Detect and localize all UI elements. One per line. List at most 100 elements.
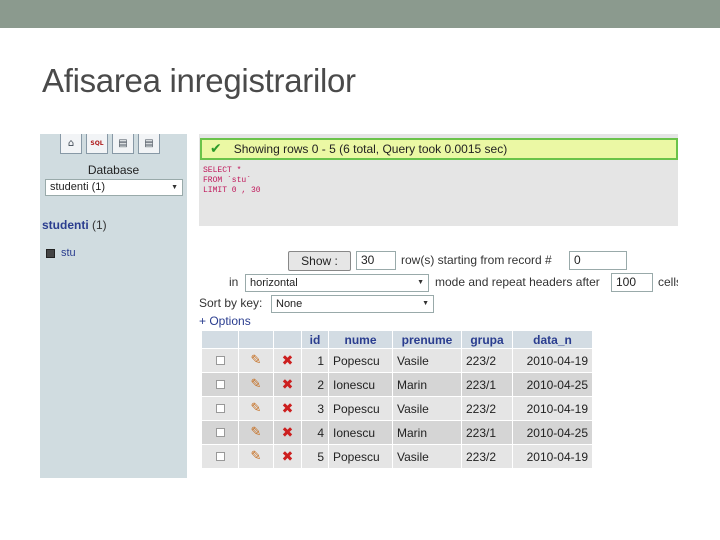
cell-nume: Ionescu <box>328 420 393 445</box>
cell-nume: Popescu <box>328 348 393 373</box>
start-record-input[interactable]: 0 <box>569 251 627 270</box>
edit-cell: ✎ <box>238 348 274 373</box>
table-row: ✎ ✖ 3 Popescu Vasile 223/2 2010-04-19 <box>201 396 593 421</box>
row-checkbox[interactable] <box>215 427 225 437</box>
mode-select[interactable]: horizontal ▼ <box>245 274 429 292</box>
pencil-icon[interactable]: ✎ <box>251 377 262 392</box>
sort-select-value: None <box>276 298 303 310</box>
delete-cell: ✖ <box>273 348 302 373</box>
cell-data-n: 2010-04-19 <box>512 348 593 373</box>
sql-result-box: ✔ Showing rows 0 - 5 (6 total, Query too… <box>199 134 678 226</box>
cell-id: 1 <box>301 348 329 373</box>
pencil-icon[interactable]: ✎ <box>251 353 262 368</box>
chevron-down-icon: ▼ <box>417 279 424 286</box>
cell-id: 5 <box>301 444 329 469</box>
cell-nume: Popescu <box>328 444 393 469</box>
edit-cell: ✎ <box>238 396 274 421</box>
home-icon[interactable]: ⌂ <box>60 134 82 154</box>
repeat-headers-input[interactable]: 100 <box>611 273 653 292</box>
row-checkbox[interactable] <box>215 379 225 389</box>
delete-icon[interactable]: ✖ <box>282 425 294 441</box>
documentation-icon[interactable]: ▤ <box>138 134 160 154</box>
cell-grupa: 223/1 <box>461 420 513 445</box>
delete-icon[interactable]: ✖ <box>282 353 294 369</box>
show-button[interactable]: Show : <box>288 251 351 271</box>
cells-label: cells <box>658 275 678 289</box>
database-label: Database <box>87 163 140 177</box>
delete-icon[interactable]: ✖ <box>282 401 294 417</box>
cell-grupa: 223/2 <box>461 444 513 469</box>
delete-cell: ✖ <box>273 396 302 421</box>
rows-count-input[interactable]: 30 <box>356 251 396 270</box>
row-checkbox[interactable] <box>215 355 225 365</box>
edit-cell: ✎ <box>238 420 274 445</box>
column-header-prenume[interactable]: prenume <box>392 330 462 349</box>
edit-cell: ✎ <box>238 372 274 397</box>
pencil-icon[interactable]: ✎ <box>251 449 262 464</box>
sql-query: SELECT * FROM `stu` LIMIT 0 , 30 <box>203 166 261 195</box>
delete-icon[interactable]: ✖ <box>282 449 294 465</box>
database-link[interactable]: studenti (1) <box>42 218 107 232</box>
phpmyadmin-screenshot: ⌂ SQL ▤ ▤ Database studenti (1) ▼ studen… <box>40 134 678 478</box>
delete-cell: ✖ <box>273 420 302 445</box>
checkmark-icon: ✔ <box>210 141 222 157</box>
query-window-icon[interactable]: ▤ <box>112 134 134 154</box>
success-text: Showing rows 0 - 5 (6 total, Query took … <box>233 142 508 156</box>
cell-data-n: 2010-04-25 <box>512 420 593 445</box>
cell-prenume: Vasile <box>392 348 462 373</box>
database-select-value: studenti (1) <box>50 181 106 193</box>
mode-label: mode and repeat headers after <box>435 275 600 289</box>
mode-select-value: horizontal <box>250 277 298 289</box>
table-name: stu <box>61 247 76 259</box>
delete-icon[interactable]: ✖ <box>282 377 294 393</box>
cell-nume: Ionescu <box>328 372 393 397</box>
sort-select[interactable]: None ▼ <box>271 295 434 313</box>
table-header-row: id nume prenume grupa data_n <box>201 330 593 349</box>
table-row: ✎ ✖ 5 Popescu Vasile 223/2 2010-04-19 <box>201 444 593 469</box>
table-row: ✎ ✖ 1 Popescu Vasile 223/2 2010-04-19 <box>201 348 593 373</box>
row-select-cell <box>201 372 239 397</box>
row-select-cell <box>201 396 239 421</box>
column-header-id[interactable]: id <box>301 330 329 349</box>
chevron-down-icon: ▼ <box>171 184 178 191</box>
cell-data-n: 2010-04-25 <box>512 372 593 397</box>
cell-prenume: Vasile <box>392 444 462 469</box>
pencil-icon[interactable]: ✎ <box>251 425 262 440</box>
chevron-down-icon: ▼ <box>422 300 429 307</box>
success-message: ✔ Showing rows 0 - 5 (6 total, Query too… <box>200 138 678 160</box>
cell-grupa: 223/1 <box>461 372 513 397</box>
row-checkbox[interactable] <box>215 451 225 461</box>
table-icon <box>46 248 55 258</box>
cell-data-n: 2010-04-19 <box>512 444 593 469</box>
results-table: id nume prenume grupa data_n ✎ ✖ 1 Popes… <box>201 330 593 469</box>
table-row: ✎ ✖ 2 Ionescu Marin 223/1 2010-04-25 <box>201 372 593 397</box>
cell-id: 3 <box>301 396 329 421</box>
database-select[interactable]: studenti (1) ▼ <box>45 179 183 196</box>
cell-grupa: 223/2 <box>461 348 513 373</box>
rows-label: row(s) starting from record # <box>401 253 552 267</box>
checkbox-column-header <box>201 330 239 349</box>
row-select-cell <box>201 444 239 469</box>
row-select-cell <box>201 348 239 373</box>
edit-column-header <box>238 330 274 349</box>
in-label: in <box>229 275 239 289</box>
delete-cell: ✖ <box>273 444 302 469</box>
row-checkbox[interactable] <box>215 403 225 413</box>
pencil-icon[interactable]: ✎ <box>251 401 262 416</box>
database-table-count: (1) <box>92 218 107 232</box>
delete-column-header <box>273 330 302 349</box>
column-header-grupa[interactable]: grupa <box>461 330 513 349</box>
cell-prenume: Vasile <box>392 396 462 421</box>
delete-cell: ✖ <box>273 372 302 397</box>
table-link-stu[interactable]: stu <box>46 247 76 259</box>
cell-prenume: Marin <box>392 420 462 445</box>
sort-label: Sort by key: <box>199 296 263 310</box>
cell-id: 2 <box>301 372 329 397</box>
column-header-data-n[interactable]: data_n <box>512 330 593 349</box>
cell-grupa: 223/2 <box>461 396 513 421</box>
column-header-nume[interactable]: nume <box>328 330 393 349</box>
database-name: studenti <box>42 218 89 232</box>
options-link[interactable]: + Options <box>199 314 251 328</box>
top-accent-bar <box>0 0 720 28</box>
sql-icon[interactable]: SQL <box>86 134 108 154</box>
